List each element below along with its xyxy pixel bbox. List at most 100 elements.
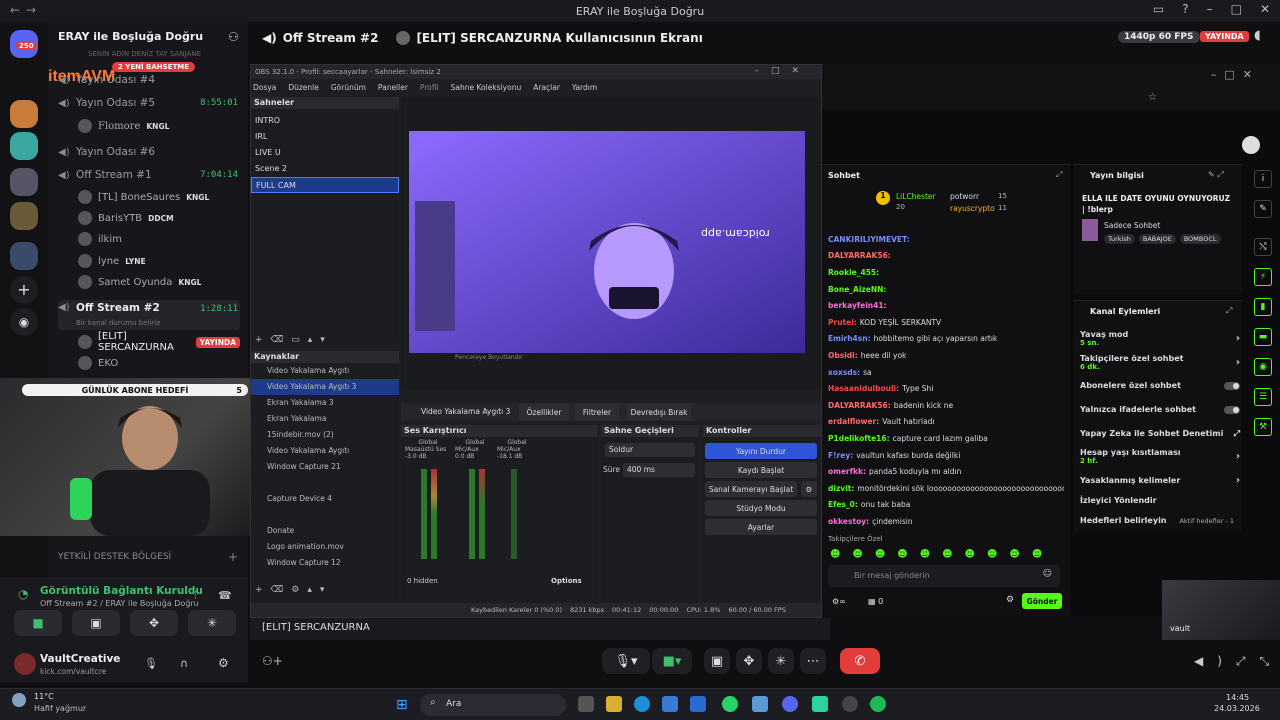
duration-input[interactable]: 400 ms — [623, 463, 695, 477]
mic-button[interactable]: 🎙▾ — [602, 648, 650, 674]
discord-icon[interactable] — [782, 696, 798, 712]
emote-bar[interactable]: ☻☻☻☻☻☻☻☻☻☻ — [830, 549, 1054, 560]
screenshare-button[interactable]: ▣ — [72, 610, 120, 636]
chat-message[interactable]: xoxsds: sa — [828, 364, 1064, 381]
share-icon[interactable]: ⤭ — [1254, 238, 1272, 256]
menu-item[interactable]: Dosya — [253, 83, 276, 92]
whatsapp-icon[interactable] — [722, 696, 738, 712]
add-user-icon[interactable]: ⚇+ — [262, 654, 283, 668]
headphones-icon[interactable]: ∩ — [180, 657, 188, 670]
chat-message[interactable]: omerfkk: panda5 koduyla mı aldın — [828, 463, 1064, 480]
minimize-button[interactable]: – — [1207, 2, 1213, 16]
deactivate-button[interactable]: Devredışı Bırak — [627, 404, 691, 420]
chat-message[interactable]: F!rey: vaultun kafası burda değilki — [828, 447, 1064, 464]
chat-username[interactable]: Rookie_455: — [828, 268, 879, 277]
chat-message[interactable]: Rookie_455: — [828, 264, 1064, 281]
camera-button[interactable]: ■ — [14, 610, 62, 636]
chat-username[interactable]: Emirh4sn: — [828, 334, 871, 343]
source-item[interactable]: Ekran Yakalama — [251, 411, 399, 427]
scene-item[interactable]: INTRO — [251, 113, 399, 129]
inbox-icon[interactable]: ▭ — [1153, 2, 1164, 16]
setting-subscribers-only[interactable]: Abonelere özel sohbet — [1080, 381, 1240, 390]
channel-yayin-4[interactable]: ◀) Yayın Odası #4 — [58, 70, 240, 90]
server-icon[interactable] — [10, 132, 38, 160]
server-folder-icon[interactable] — [10, 242, 38, 270]
disconnect-icon[interactable]: ☎ — [218, 589, 232, 602]
chat-message[interactable]: DALYARRAK56: — [828, 248, 1064, 265]
app-icon[interactable] — [752, 696, 768, 712]
preview-scale[interactable]: Pencereye Boyutlandır — [455, 354, 523, 361]
category-support[interactable]: YETKİLİ DESTEK BÖLGESİ — [58, 552, 171, 562]
active-window-label[interactable]: [ELIT] SERCANZURNA — [262, 622, 370, 633]
chat-message[interactable]: berkayfein41: — [828, 297, 1064, 314]
source-item[interactable]: Video Yakalama Aygıtı — [251, 443, 399, 459]
soundboard-icon[interactable]: ⫶ — [194, 589, 197, 603]
emoji-icon[interactable]: ☺ — [1043, 569, 1052, 579]
add-channel-icon[interactable]: + — [228, 550, 238, 564]
weather-icon[interactable] — [12, 693, 26, 707]
chat-message[interactable]: P1delikofte16: capture card lazım galiba — [828, 430, 1064, 447]
source-item[interactable]: Ekran Yakalama 3 — [251, 395, 399, 411]
chat-username[interactable]: dizvit: — [828, 484, 854, 493]
edit-icon[interactable]: ✎ — [1254, 200, 1272, 218]
chat-username[interactable]: Bone_AizeNN: — [828, 285, 886, 294]
taskview-icon[interactable] — [578, 696, 594, 712]
quality-badge[interactable]: 1440p 60 FPS — [1118, 31, 1200, 43]
bookmark-icon[interactable]: ☆ — [1148, 92, 1157, 103]
menu-item[interactable]: Araçlar — [533, 83, 560, 92]
gear-icon[interactable]: ⚙ — [801, 481, 817, 497]
setting-raid[interactable]: İzleyici Yönlendir — [1080, 496, 1240, 505]
server-icon[interactable] — [10, 100, 38, 128]
source-item[interactable] — [251, 507, 399, 523]
chat-message[interactable]: dizvit: monitördekini sök loooooooooooooo… — [828, 480, 1064, 497]
scene-toolbar[interactable]: +⌫▭▴▾ — [255, 335, 333, 345]
chat-toggle-icon[interactable]: ◖ — [1254, 28, 1261, 43]
chat-message[interactable]: Hasaanidulbouli: Type Shi — [828, 380, 1064, 397]
obs-icon[interactable] — [842, 696, 858, 712]
edge-icon[interactable] — [634, 696, 650, 712]
bolt-icon[interactable]: ⚡ — [1254, 268, 1272, 286]
add-server-icon[interactable]: + — [10, 276, 38, 304]
server-folder-icon[interactable] — [10, 202, 38, 230]
explorer-icon[interactable] — [606, 696, 622, 712]
voice-user[interactable]: Samet Oyunda KNGL — [78, 272, 240, 292]
gear-icon[interactable]: ⚙ — [1006, 595, 1014, 605]
app-icon[interactable] — [812, 696, 828, 712]
nav-arrows[interactable]: ←→ — [10, 3, 42, 17]
setting-slow-mode[interactable]: Yavaş mod 5 sn. › — [1080, 330, 1240, 347]
popout-icon[interactable]: ⤢ — [1226, 306, 1232, 316]
source-item-selected[interactable]: Video Yakalama Aygıtı 3 — [251, 379, 399, 395]
source-item[interactable]: Window Capture 21 — [251, 459, 399, 475]
chat-username[interactable]: P1delikofte16: — [828, 434, 890, 443]
filters-button[interactable]: Filtreler — [575, 404, 619, 420]
leave-call-button[interactable]: ✆ — [840, 648, 880, 674]
chat-message[interactable]: erdalflower: Vault hatırladı — [828, 414, 1064, 431]
windows-start-icon[interactable]: ⊞ — [396, 697, 408, 713]
channel-off-1[interactable]: ◀) Off Stream #1 7:04:14 — [58, 165, 240, 185]
chat-username[interactable]: okkestoy: — [828, 517, 869, 526]
chat-message[interactable]: Efes_0: onu tak baba — [828, 497, 1064, 514]
add-friend-icon[interactable]: ⚇ — [228, 30, 239, 44]
toggle[interactable] — [1224, 381, 1240, 390]
card-icon[interactable]: ▮ — [1254, 298, 1272, 316]
tools-icon[interactable]: ⚒ — [1254, 418, 1272, 436]
spotify-icon[interactable] — [870, 696, 886, 712]
chat-message[interactable]: Prutel: KOD YEŞİL SERKANTV — [828, 314, 1064, 331]
tag[interactable]: BABAJOE — [1138, 234, 1176, 244]
chat-message[interactable]: Obsidi: heee dil yok — [828, 347, 1064, 364]
broadcast-icon[interactable]: ◉ — [1254, 358, 1272, 376]
scene-item[interactable]: IRL — [251, 129, 399, 145]
infinity-icon[interactable]: ⚙∞ — [832, 597, 846, 606]
chat-username[interactable]: CANKIRILIYIMEVET: — [828, 235, 910, 244]
source-item[interactable]: Window Capture 12 — [251, 555, 399, 571]
edit-icon[interactable]: ✎ ⤢ — [1208, 170, 1224, 180]
server-name[interactable]: ERAY ile Boşluğa Doğru — [58, 30, 203, 43]
voice-user[interactable]: ilkim — [78, 229, 240, 249]
view-controls[interactable]: ◀)⤢⤡ — [1194, 654, 1280, 669]
properties-button[interactable]: Özellikler — [519, 404, 569, 420]
setting-followers-only[interactable]: Takipçilere özel sohbet 6 dk. › — [1080, 354, 1240, 371]
layout-icon[interactable]: ☰ — [1254, 388, 1272, 406]
virtual-cam-button[interactable]: Sanal Kamerayı Başlat — [705, 481, 797, 497]
source-item[interactable] — [251, 475, 399, 491]
source-item[interactable]: Logo animation.mov — [251, 539, 399, 555]
